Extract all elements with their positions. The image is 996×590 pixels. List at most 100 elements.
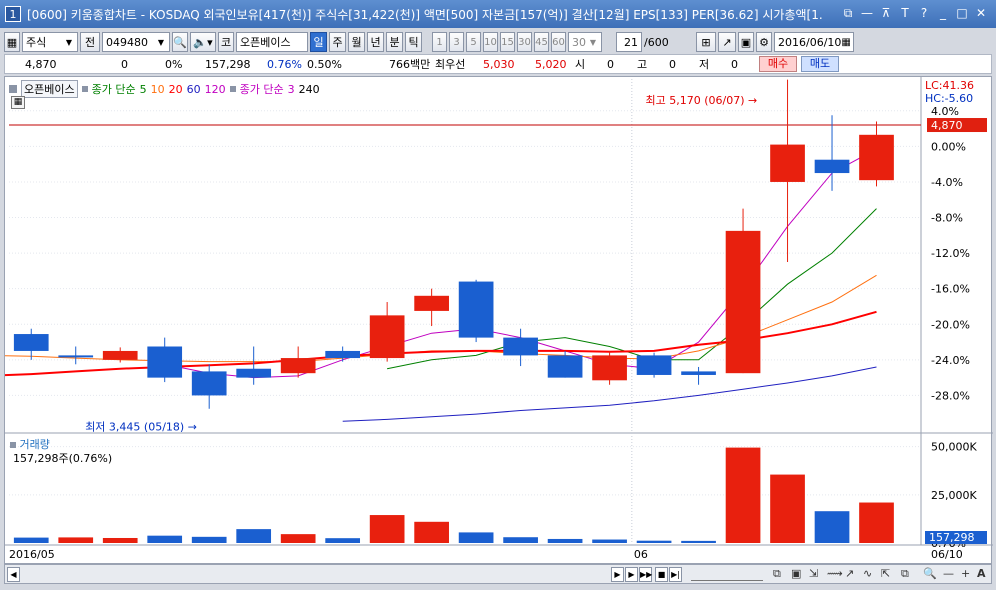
trend-icon[interactable]: ↗ <box>845 567 854 580</box>
price-info-row: 4,870 0 0% 157,298 0.76% 0.50% 766백만 최우선… <box>4 54 992 74</box>
split-icon[interactable]: ⧉ <box>901 567 909 581</box>
title-bar: 1 [0600] 키움종합차트 - KOSDAQ 외국인보유[417(천)] 주… <box>0 0 996 28</box>
play-icon[interactable]: ▶ <box>625 567 638 582</box>
candle-body <box>280 358 316 374</box>
candle-body <box>13 334 49 351</box>
copy-icon[interactable]: ⧉ <box>773 567 781 581</box>
interval-45-button[interactable]: 45 <box>534 32 549 52</box>
measure-icon[interactable]: ⟿ <box>827 567 843 580</box>
period-minute-tab[interactable]: 분 <box>386 32 403 52</box>
volume-bar <box>58 537 94 543</box>
volume-tick-label: 25,000K <box>931 489 977 502</box>
interval-30-button[interactable]: 30 <box>517 32 532 52</box>
volume-bar <box>147 535 183 543</box>
zoom-search-icon[interactable]: 🔍 <box>923 567 937 580</box>
display-count-input[interactable]: 21 <box>616 32 642 52</box>
interval-15-button[interactable]: 15 <box>500 32 515 52</box>
fit-icon[interactable]: ⇱ <box>881 567 890 580</box>
interval-3-button[interactable]: 3 <box>449 32 464 52</box>
bid-price: 5,020 <box>535 57 567 71</box>
interval-60-button[interactable]: 60 <box>551 32 566 52</box>
legend-square-icon <box>81 86 88 92</box>
candle-body <box>725 230 761 374</box>
sell-button[interactable]: 매도 <box>801 56 839 72</box>
zoom-in-icon[interactable]: + <box>961 567 970 580</box>
auto-scale-icon[interactable]: A <box>977 567 986 580</box>
wave-icon[interactable]: ∿ <box>863 567 872 580</box>
minimize-bar-icon[interactable]: — <box>860 5 874 21</box>
prev-button[interactable]: 전 <box>80 32 100 52</box>
volume-current-tag-text: 157,298 <box>929 531 975 544</box>
candle-body <box>592 355 627 381</box>
interval-custom-select[interactable]: 30 ▼ <box>568 32 602 52</box>
zoom-slider[interactable] <box>691 568 763 581</box>
search-icon[interactable]: 🔍 <box>172 32 188 52</box>
indicator-icon[interactable]: ⊞ <box>696 32 716 52</box>
interval-5-button[interactable]: 5 <box>466 32 481 52</box>
restore-icon[interactable]: ⧉ <box>841 5 855 21</box>
zoom-out-icon[interactable]: — <box>943 567 954 580</box>
high-annotation: 최고 5,170 (06/07) → <box>646 94 758 107</box>
draw-tool-icon[interactable]: ↗ <box>718 32 736 52</box>
table-grid-icon[interactable]: ▦ <box>11 96 25 109</box>
close-icon[interactable]: ✕ <box>974 5 988 21</box>
chevron-down-icon: ▼ <box>65 37 73 47</box>
period-day-tab[interactable]: 일 <box>310 32 327 52</box>
scroll-left-icon[interactable]: ◀ <box>7 567 20 582</box>
interval-10-button[interactable]: 10 <box>483 32 498 52</box>
volume-bar <box>414 521 449 543</box>
volume-bar <box>102 537 138 543</box>
volume-bar <box>280 534 316 543</box>
legend-square-icon <box>10 442 16 448</box>
scroll-right-icon[interactable]: ▶ <box>611 567 624 582</box>
stop-icon[interactable]: ■ <box>655 567 668 582</box>
save-icon[interactable]: ▣ <box>738 32 754 52</box>
shrink-icon[interactable]: ⇲ <box>809 567 818 580</box>
fast-forward-icon[interactable]: ▶▶ <box>639 567 652 582</box>
current-price-tag-text: 4,870 <box>931 119 963 132</box>
text-icon[interactable]: T <box>898 5 912 21</box>
chevron-down-icon: ▼ <box>589 37 597 47</box>
current-price: 4,870 <box>25 57 57 71</box>
x-tick-label: 2016/05 <box>9 548 55 561</box>
help-icon[interactable]: ? <box>917 5 931 21</box>
calendar-icon[interactable]: ▦ <box>841 37 850 48</box>
candle-body <box>814 159 850 174</box>
code-label-button[interactable]: 코 <box>218 32 234 52</box>
chart-area[interactable]: 4.0% 0.00% -4.0% -8.0% -12.0% -16.0% -20.0% -24… <box>4 76 993 565</box>
legend-square-icon <box>229 86 236 92</box>
candle-body <box>147 346 183 378</box>
legend-ma2-240: 240 <box>298 82 320 96</box>
stock-code-input[interactable]: 049480 ▼ <box>102 32 170 52</box>
period-tick-tab[interactable]: 틱 <box>405 32 422 52</box>
date-input[interactable]: 2016/06/10 ▦ <box>774 32 854 52</box>
end-icon[interactable]: ▶| <box>669 567 682 582</box>
market-select[interactable]: 주식 ▼ <box>22 32 78 52</box>
date-value: 2016/06/10 <box>778 35 842 49</box>
interval-1-button[interactable]: 1 <box>432 32 447 52</box>
image-icon[interactable]: ▣ <box>791 567 801 580</box>
candle-body <box>859 134 894 181</box>
legend-stock-name[interactable]: 오픈베이스 <box>21 80 78 98</box>
volume-current-label: 157,298주(0.76%) <box>13 452 113 465</box>
interval-custom-value: 30 <box>572 35 586 49</box>
minimize-icon[interactable]: _ <box>936 5 950 21</box>
gear-icon[interactable]: ⚙ <box>756 32 772 52</box>
buy-button[interactable]: 매수 <box>759 56 797 72</box>
maximize-icon[interactable]: □ <box>955 5 969 21</box>
period-year-tab[interactable]: 년 <box>367 32 384 52</box>
grid-menu-icon[interactable]: ▦ <box>4 32 20 52</box>
volume-value: 157,298 <box>205 57 251 71</box>
speaker-icon[interactable]: 🔈▾ <box>190 32 216 52</box>
price-tick-label: -20.0% <box>931 318 970 331</box>
volume-bar <box>191 536 227 543</box>
period-week-tab[interactable]: 주 <box>329 32 346 52</box>
chart-scrollbar[interactable]: ◀ ▶ ▶ ▶▶ ■ ▶| ⧉ ▣ ⇲ ⟿ ↗ ∿ ⇱ ⧉ 🔍 — + A <box>4 564 992 584</box>
period-month-tab[interactable]: 월 <box>348 32 365 52</box>
candle-body <box>325 350 361 359</box>
candlestick-chart[interactable]: 4.0% 0.00% -4.0% -8.0% -12.0% -16.0% -20.0% -24… <box>5 77 993 565</box>
pin-icon[interactable]: ⊼ <box>879 5 893 21</box>
chart-legend: 오픈베이스 종가 단순 5 10 20 60 120 종가 단순 3 240 <box>9 80 320 98</box>
legend-ma-60: 60 <box>186 82 201 96</box>
volume-tick-label: 50,000K <box>931 441 977 454</box>
